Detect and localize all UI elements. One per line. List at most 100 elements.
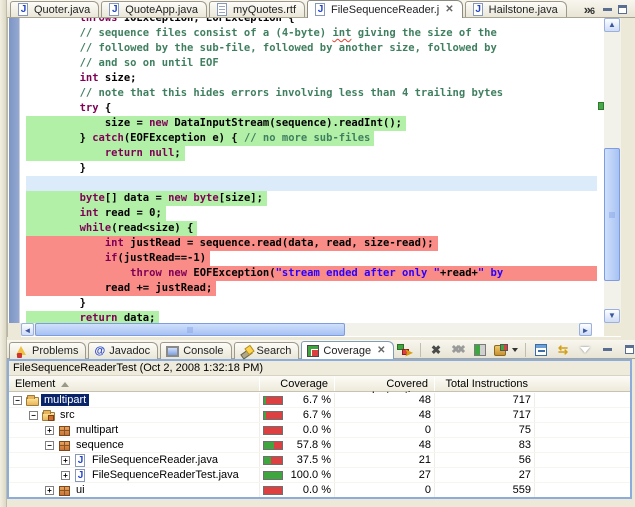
element-label: src xyxy=(57,409,78,421)
close-icon[interactable]: ✕ xyxy=(377,346,385,356)
code-segment: int xyxy=(332,27,351,39)
eclipse-window: JQuoter.javaJQuoteApp.javamyQuotes.rtfJF… xyxy=(0,0,635,507)
column-header-covered-instructions[interactable]: Covered Instructions xyxy=(334,376,434,392)
editor-tab-label: Quoter.java xyxy=(34,4,90,16)
view-tab-search[interactable]: Search xyxy=(234,342,300,359)
relaunch-coverage-icon[interactable]: ➤ xyxy=(396,342,413,358)
search-icon xyxy=(240,345,253,358)
editor-tab-myquotes-rtf[interactable]: myQuotes.rtf xyxy=(209,1,305,18)
editor-tab-filesequencereader-j[interactable]: JFileSequenceReader.j✕ xyxy=(307,0,463,18)
coverage-highlight: size = new DataInputStream(sequence).rea… xyxy=(26,116,406,131)
total-instructions: 27 xyxy=(439,469,531,481)
view-menu-icon[interactable] xyxy=(577,342,594,358)
expand-node-icon[interactable]: + xyxy=(45,486,54,495)
editor-tab-quoteapp-java[interactable]: JQuoteApp.java xyxy=(101,1,207,18)
close-icon[interactable]: ✕ xyxy=(445,5,453,15)
covered-portion xyxy=(264,457,271,464)
code-text: try { xyxy=(26,101,115,116)
view-tab-label: Problems xyxy=(32,345,78,357)
coverage-row-filesequencereader-java[interactable]: +JFileSequenceReader.java37.5 %2156 xyxy=(9,453,630,468)
coverage-highlight: } catch(EOFException e) { // no more sub… xyxy=(26,131,374,146)
editor-tab-hailstone-java[interactable]: JHailstone.java xyxy=(465,1,567,18)
code-segment: DataInputStream(sequence).readInt(); xyxy=(168,117,402,129)
minimize-view-icon[interactable] xyxy=(599,342,616,358)
view-tab-console[interactable]: Console xyxy=(160,342,231,359)
java-file-icon: J xyxy=(472,3,485,17)
hscroll-thumb[interactable] xyxy=(35,323,345,336)
element-label: multipart xyxy=(41,394,89,406)
code-segment: (justRead==-1) xyxy=(118,252,207,264)
editor-vertical-scrollbar[interactable]: ▲ ▼ xyxy=(604,18,621,323)
collapse-node-icon[interactable]: − xyxy=(13,396,22,405)
code-segment: return xyxy=(105,147,143,159)
editor-tab-label: QuoteApp.java xyxy=(125,4,198,16)
minimize-icon[interactable] xyxy=(603,8,612,11)
editor-tab-quoter-java[interactable]: JQuoter.java xyxy=(10,1,99,18)
toolbar-separator xyxy=(420,343,421,357)
coverage-row-ui[interactable]: +ui0.0 %0559 xyxy=(9,483,630,497)
scroll-right-icon[interactable]: ► xyxy=(579,323,592,336)
view-tab-label: Console xyxy=(183,345,223,357)
total-instructions: 559 xyxy=(439,484,531,496)
collapse-node-icon[interactable]: − xyxy=(29,411,38,420)
view-tab-problems[interactable]: Problems xyxy=(9,342,86,359)
coverage-table-body: −multipart6.7 %48717−src6.7 %48717+multi… xyxy=(9,393,630,497)
vscroll-thumb[interactable] xyxy=(604,148,620,281)
collapse-all-icon[interactable] xyxy=(533,342,550,358)
column-header-label: Element xyxy=(15,378,55,390)
scroll-down-icon[interactable]: ▼ xyxy=(604,309,620,323)
code-segment: (read<size) { xyxy=(111,222,193,234)
maximize-icon[interactable] xyxy=(618,5,627,14)
expand-node-icon[interactable]: + xyxy=(61,456,70,465)
expand-node-icon[interactable]: + xyxy=(45,426,54,435)
coverage-row-sequence[interactable]: −sequence57.8 %4883 xyxy=(9,438,630,453)
coverage-percent: 57.8 % xyxy=(285,439,331,451)
collapse-node-icon[interactable]: − xyxy=(45,441,54,450)
element-label: multipart xyxy=(73,424,121,436)
coverage-row-src[interactable]: −src6.7 %48717 xyxy=(9,408,630,423)
remove-session-icon[interactable]: ✖ xyxy=(428,342,445,358)
coverage-view: FileSequenceReaderTest (Oct 2, 2008 1:32… xyxy=(7,359,632,499)
code-segment xyxy=(29,72,80,84)
code-segment: "stream ended after only " xyxy=(276,267,440,279)
coverage-percent: 0.0 % xyxy=(285,484,331,496)
coverage-row-multipart[interactable]: −multipart6.7 %48717 xyxy=(9,393,630,408)
coverage-highlight: return data; xyxy=(26,311,159,323)
column-header-coverage[interactable]: Coverage xyxy=(259,376,334,392)
covered-instructions: 27 xyxy=(339,469,431,481)
expand-node-icon[interactable]: + xyxy=(61,471,70,480)
hidden-editors-chevron[interactable]: »6 xyxy=(584,2,595,17)
covered-instructions: 0 xyxy=(339,484,431,496)
code-segment: { xyxy=(99,102,112,114)
code-line: while(read<size) { xyxy=(26,221,597,236)
code-text: } xyxy=(26,296,90,311)
bottom-view-tab-bar: Problems @Javadoc Console SearchCoverage✕ ➤… xyxy=(7,340,635,359)
column-header-total-instructions[interactable]: Total Instructions xyxy=(434,376,534,392)
coverage-bar xyxy=(263,486,283,495)
merge-sessions-icon[interactable] xyxy=(472,342,489,358)
coverage-highlight xyxy=(26,176,597,191)
column-header-element[interactable]: Element xyxy=(9,376,259,392)
problems-icon xyxy=(15,345,28,358)
coverage-bar xyxy=(263,456,283,465)
remove-all-sessions-icon[interactable]: ✖✖ xyxy=(450,342,467,358)
code-line: // sequence files consist of a (4-byte) … xyxy=(26,26,597,41)
link-with-selection-icon[interactable]: ⇆ xyxy=(555,342,572,358)
scroll-up-icon[interactable]: ▲ xyxy=(604,18,620,32)
view-tab-javadoc[interactable]: @Javadoc xyxy=(88,342,158,359)
code-text: // sequence files consist of a (4-byte) … xyxy=(26,26,501,41)
missed-portion xyxy=(264,427,282,434)
maximize-view-icon[interactable] xyxy=(621,342,635,358)
scroll-left-icon[interactable]: ◄ xyxy=(21,323,34,336)
editor-horizontal-scrollbar[interactable]: ◄ ► xyxy=(21,323,592,336)
covered-instructions: 48 xyxy=(339,394,431,406)
editor-text-area[interactable]: throws IOException, EOFException { // se… xyxy=(20,18,597,323)
code-line: // and so on until EOF xyxy=(26,56,597,71)
code-segment: new xyxy=(149,117,168,129)
coverage-row-multipart[interactable]: +multipart0.0 %075 xyxy=(9,423,630,438)
view-tab-coverage[interactable]: Coverage✕ xyxy=(301,341,393,359)
total-instructions: 56 xyxy=(439,454,531,466)
select-session-icon[interactable] xyxy=(494,342,518,358)
coverage-row-filesequencereadertest-java[interactable]: +JFileSequenceReaderTest.java100.0 %2727 xyxy=(9,468,630,483)
editor-range-indicator-bar xyxy=(9,18,20,323)
